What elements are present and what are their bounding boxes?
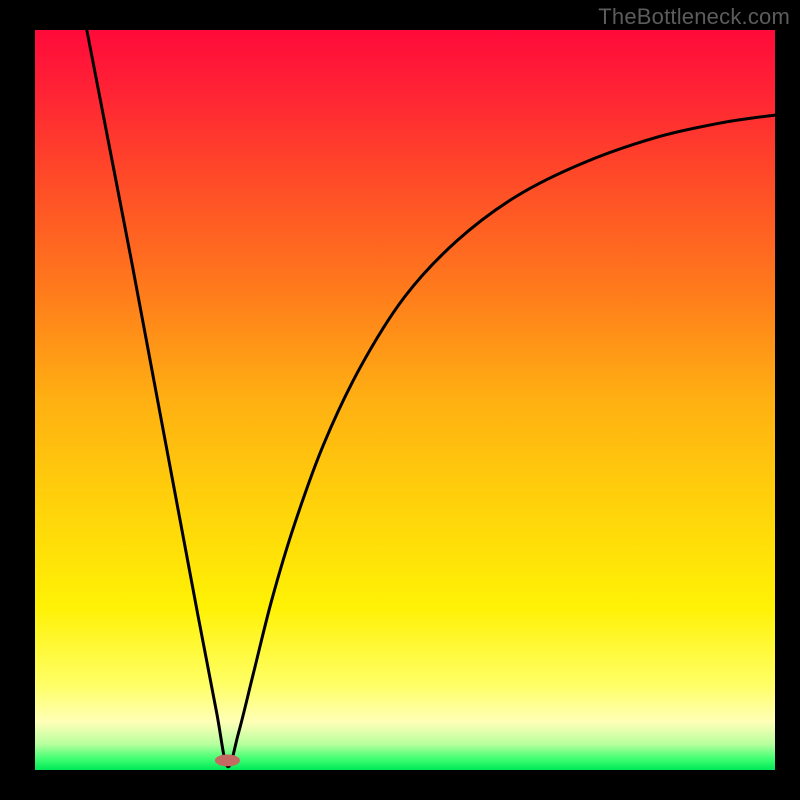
notch-marker — [215, 754, 240, 766]
plot-background-gradient — [35, 30, 775, 770]
chart-frame: TheBottleneck.com — [0, 0, 800, 800]
watermark-text: TheBottleneck.com — [598, 4, 790, 30]
chart-canvas — [0, 0, 800, 800]
